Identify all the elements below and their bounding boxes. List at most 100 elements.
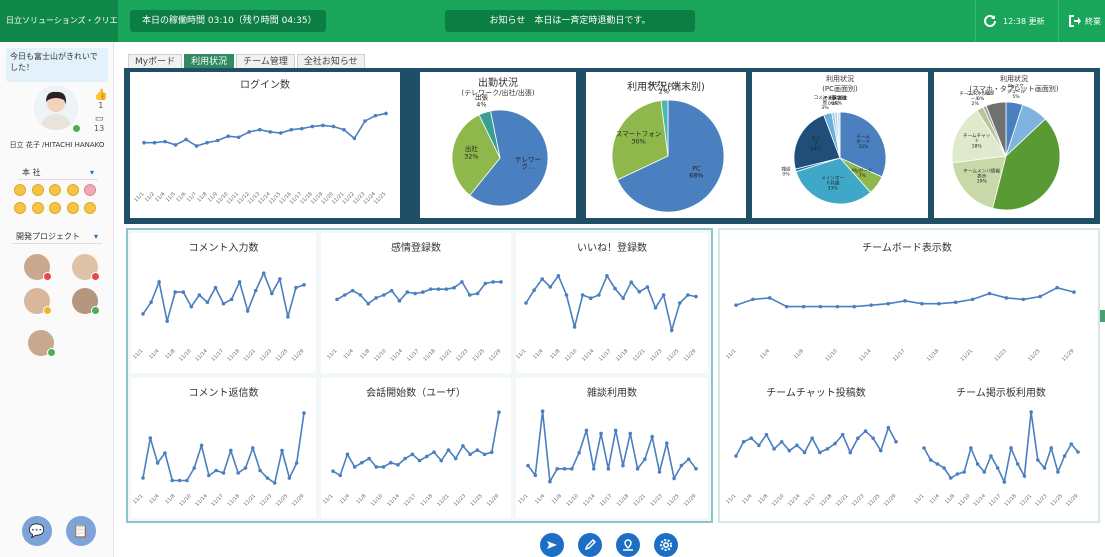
- x-tick-label: 11/18: [616, 493, 630, 507]
- data-point: [580, 293, 585, 297]
- x-tick-label: 11/23: [1034, 493, 1048, 507]
- like-indicator[interactable]: 👍 1: [94, 88, 108, 110]
- tab-team-management[interactable]: チーム管理: [236, 54, 295, 69]
- data-point: [597, 293, 601, 297]
- x-tick-label: 11/4: [339, 493, 351, 505]
- send-button[interactable]: [540, 533, 564, 557]
- data-point: [280, 448, 284, 453]
- data-point: [920, 301, 924, 306]
- x-tick-label: 11/10: [178, 493, 192, 507]
- location-select[interactable]: 本 社 ▾: [18, 166, 98, 180]
- tab-myboard[interactable]: Myボード: [128, 54, 183, 69]
- data-point: [768, 296, 772, 300]
- x-tick-label: 11/8: [196, 191, 208, 203]
- data-point: [621, 296, 625, 300]
- emotion-icon[interactable]: [14, 184, 26, 196]
- data-point: [863, 429, 868, 433]
- data-point: [599, 431, 603, 436]
- data-point: [903, 299, 907, 303]
- tab-company-notice[interactable]: 全社お知らせ: [296, 54, 365, 69]
- x-tick-label: 11/8: [551, 493, 563, 505]
- greeting-message[interactable]: 今日も富士山がきれいでした！: [6, 48, 108, 82]
- x-tick-label: 11/17: [988, 493, 1002, 507]
- person-icon: [34, 86, 78, 130]
- emotion-icon[interactable]: [66, 202, 79, 214]
- x-tick-label: 11/17: [803, 493, 817, 507]
- data-point: [987, 291, 992, 296]
- data-point: [1004, 296, 1009, 300]
- data-point: [489, 450, 494, 455]
- data-point: [384, 111, 388, 116]
- x-tick-label: 11/21: [960, 348, 974, 362]
- login-chart-card: ログイン数 11/1 11/2 11/4 11/5 11/6 11/7 11/8 11/9 11…: [130, 72, 400, 218]
- data-point: [533, 473, 538, 477]
- chart-title: チームチャット投稿数: [766, 388, 866, 399]
- x-tick-label: 11/4: [148, 348, 160, 360]
- series-line: [525, 274, 697, 334]
- data-point: [261, 271, 266, 275]
- data-point: [1009, 446, 1013, 450]
- scroll-handle[interactable]: [1100, 310, 1105, 322]
- x-tick-label: 11/14: [386, 493, 400, 507]
- data-point: [289, 127, 294, 132]
- data-point: [245, 309, 250, 313]
- data-point: [410, 452, 415, 457]
- settings-button[interactable]: [654, 533, 678, 557]
- map-icon: [623, 539, 633, 551]
- chat-button[interactable]: 💬: [22, 516, 52, 546]
- logout-button[interactable]: 終業: [1058, 0, 1105, 42]
- x-tick-label: 11/14: [194, 493, 208, 507]
- data-point: [764, 432, 769, 437]
- data-point: [1021, 297, 1026, 302]
- data-point: [1076, 450, 1080, 454]
- map-button[interactable]: [616, 533, 640, 557]
- online-status-dot: [72, 124, 81, 133]
- emotion-icon[interactable]: [84, 184, 97, 196]
- emotion-icon[interactable]: [66, 184, 79, 196]
- data-point: [1056, 470, 1060, 474]
- data-point: [802, 450, 807, 455]
- data-point: [499, 280, 503, 284]
- emotion-icon[interactable]: [49, 184, 62, 196]
- data-point: [779, 439, 784, 444]
- data-point: [257, 127, 262, 132]
- emotion-icon[interactable]: [14, 202, 26, 214]
- edit-button[interactable]: [578, 533, 602, 557]
- tab-usage[interactable]: 利用状況: [184, 54, 235, 69]
- emotion-icon[interactable]: [31, 202, 44, 214]
- team-chat-line-chart: 11/1 11/4 11/8 11/10 11/14 11/17 11/18 11/21 11/…: [725, 425, 898, 508]
- data-point: [229, 448, 233, 453]
- data-point: [444, 287, 449, 291]
- data-point: [772, 447, 776, 451]
- data-point: [878, 448, 883, 453]
- data-point: [840, 432, 845, 437]
- emotion-icon[interactable]: [49, 202, 62, 214]
- chart-title: いいね！登録数: [577, 243, 647, 254]
- emotion-icon[interactable]: [84, 202, 97, 214]
- project-select[interactable]: 開発プロジェクト ▾: [12, 230, 102, 244]
- comment-indicator[interactable]: ▭ 13: [94, 114, 104, 133]
- emotion-icon[interactable]: [31, 184, 44, 196]
- data-point: [678, 301, 682, 305]
- x-tick-label: 11/10: [957, 493, 971, 507]
- data-point: [629, 280, 634, 284]
- notice-banner[interactable]: お知らせ 本日は一斉定時退勤日です。: [445, 10, 695, 32]
- data-point: [475, 291, 480, 296]
- data-point: [270, 291, 274, 296]
- data-point: [637, 290, 642, 294]
- data-point: [886, 425, 891, 430]
- attendance-chart-card: 出勤状況 (テレワーク/出社/出張) テレワーク… 出社 32% 出張 4%: [420, 72, 576, 218]
- data-point: [221, 301, 226, 306]
- profile-avatar[interactable]: [34, 86, 78, 130]
- data-point: [243, 466, 248, 470]
- data-point: [886, 301, 890, 306]
- add-note-button[interactable]: 📋: [66, 516, 96, 546]
- x-tick-label: 11/14: [194, 348, 208, 362]
- x-tick-label: 11/4: [148, 493, 160, 505]
- x-tick-label: 11/1: [913, 493, 925, 505]
- x-tick-label: 11/8: [355, 493, 367, 505]
- data-point: [1038, 294, 1042, 299]
- data-point: [152, 140, 157, 145]
- data-point: [1049, 446, 1054, 450]
- refresh-button[interactable]: 12:38 更新: [975, 0, 1055, 42]
